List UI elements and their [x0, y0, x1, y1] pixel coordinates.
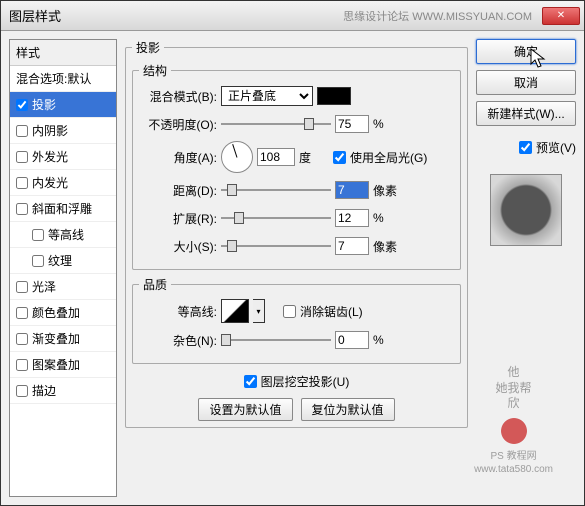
style-item-label: 图案叠加 — [32, 356, 80, 373]
size-label: 大小(S): — [139, 238, 217, 255]
style-item-label: 投影 — [32, 96, 56, 113]
styles-panel: 样式 混合选项:默认投影内阴影外发光内发光斜面和浮雕等高线纹理光泽颜色叠加渐变叠… — [9, 39, 117, 497]
styles-list-header: 样式 — [10, 40, 116, 66]
global-light-checkbox[interactable] — [333, 151, 346, 164]
style-item-checkbox[interactable] — [16, 359, 28, 371]
titlebar[interactable]: 图层样式 思缘设计论坛 WWW.MISSYUAN.COM ✕ — [1, 1, 584, 31]
styles-list: 样式 混合选项:默认投影内阴影外发光内发光斜面和浮雕等高线纹理光泽颜色叠加渐变叠… — [9, 39, 117, 497]
contour-swatch[interactable] — [221, 299, 249, 323]
style-item-label: 纹理 — [48, 252, 72, 269]
opacity-slider[interactable] — [221, 117, 331, 131]
style-item-12[interactable]: 描边 — [10, 378, 116, 404]
contour-label: 等高线: — [139, 303, 217, 320]
style-item-checkbox[interactable] — [16, 333, 28, 345]
style-item-5[interactable]: 斜面和浮雕 — [10, 196, 116, 222]
preview-label: 预览(V) — [536, 139, 576, 156]
angle-unit: 度 — [299, 149, 329, 166]
style-item-checkbox[interactable] — [16, 307, 28, 319]
close-button[interactable]: ✕ — [542, 7, 580, 25]
style-item-6[interactable]: 等高线 — [10, 222, 116, 248]
style-item-4[interactable]: 内发光 — [10, 170, 116, 196]
effect-fieldset: 投影 结构 混合模式(B): 正片叠底 不透明度(O): 75 % — [125, 39, 468, 428]
style-item-7[interactable]: 纹理 — [10, 248, 116, 274]
style-item-11[interactable]: 图案叠加 — [10, 352, 116, 378]
cancel-button[interactable]: 取消 — [476, 70, 576, 95]
distance-slider[interactable] — [221, 183, 331, 197]
style-item-label: 等高线 — [48, 226, 84, 243]
structure-fieldset: 结构 混合模式(B): 正片叠底 不透明度(O): 75 % 角度(A): — [132, 62, 461, 270]
ok-button[interactable]: 确定 — [476, 39, 576, 64]
antialias-checkbox[interactable] — [283, 305, 296, 318]
blend-mode-label: 混合模式(B): — [139, 88, 217, 105]
make-default-button[interactable]: 设置为默认值 — [198, 398, 292, 421]
distance-label: 距离(D): — [139, 182, 217, 199]
spread-value[interactable]: 12 — [335, 209, 369, 227]
style-item-2[interactable]: 内阴影 — [10, 118, 116, 144]
spread-slider[interactable] — [221, 211, 331, 225]
style-item-label: 外发光 — [32, 148, 68, 165]
effect-title: 投影 — [132, 39, 164, 56]
style-item-label: 描边 — [32, 382, 56, 399]
quality-legend: 品质 — [139, 276, 171, 293]
angle-label: 角度(A): — [139, 149, 217, 166]
size-slider[interactable] — [221, 239, 331, 253]
angle-value[interactable]: 108 — [257, 148, 295, 166]
style-item-8[interactable]: 光泽 — [10, 274, 116, 300]
titlebar-watermark: 思缘设计论坛 WWW.MISSYUAN.COM — [343, 8, 532, 24]
preview-thumbnail — [490, 174, 562, 246]
size-unit: 像素 — [373, 238, 403, 255]
style-item-checkbox[interactable] — [16, 125, 28, 137]
noise-value[interactable]: 0 — [335, 331, 369, 349]
style-item-checkbox[interactable] — [32, 229, 44, 241]
style-item-checkbox[interactable] — [16, 281, 28, 293]
knockout-label: 图层挖空投影(U) — [261, 373, 350, 390]
style-item-label: 内发光 — [32, 174, 68, 191]
preview-checkbox[interactable] — [519, 141, 532, 154]
options-panel: 投影 结构 混合模式(B): 正片叠底 不透明度(O): 75 % — [125, 39, 468, 497]
style-item-9[interactable]: 颜色叠加 — [10, 300, 116, 326]
image-watermark: 他 她我帮 欣 PS 教程网 www.tata580.com — [474, 365, 553, 476]
blend-mode-select[interactable]: 正片叠底 — [221, 86, 313, 106]
knockout-checkbox[interactable] — [244, 375, 257, 388]
style-item-3[interactable]: 外发光 — [10, 144, 116, 170]
style-item-checkbox[interactable] — [16, 177, 28, 189]
noise-unit: % — [373, 333, 403, 347]
style-item-label: 光泽 — [32, 278, 56, 295]
structure-legend: 结构 — [139, 62, 171, 79]
opacity-label: 不透明度(O): — [139, 116, 217, 133]
style-item-checkbox[interactable] — [16, 203, 28, 215]
reset-default-button[interactable]: 复位为默认值 — [301, 398, 395, 421]
style-item-1[interactable]: 投影 — [10, 92, 116, 118]
opacity-unit: % — [373, 117, 403, 131]
antialias-label: 消除锯齿(L) — [300, 303, 363, 320]
style-item-checkbox[interactable] — [16, 99, 28, 111]
style-item-checkbox[interactable] — [16, 385, 28, 397]
size-value[interactable]: 7 — [335, 237, 369, 255]
style-item-label: 混合选项:默认 — [16, 70, 91, 87]
style-item-checkbox[interactable] — [32, 255, 44, 267]
distance-unit: 像素 — [373, 182, 403, 199]
spread-label: 扩展(R): — [139, 210, 217, 227]
style-item-0[interactable]: 混合选项:默认 — [10, 66, 116, 92]
dialog-title: 图层样式 — [5, 6, 343, 25]
quality-fieldset: 品质 等高线: ▾ 消除锯齿(L) 杂色(N): 0 % — [132, 276, 461, 364]
contour-dropdown[interactable]: ▾ — [253, 299, 265, 323]
style-item-10[interactable]: 渐变叠加 — [10, 326, 116, 352]
opacity-value[interactable]: 75 — [335, 115, 369, 133]
style-item-label: 内阴影 — [32, 122, 68, 139]
noise-slider[interactable] — [221, 333, 331, 347]
spread-unit: % — [373, 211, 403, 225]
distance-value[interactable]: 7 — [335, 181, 369, 199]
style-item-label: 斜面和浮雕 — [32, 200, 92, 217]
noise-label: 杂色(N): — [139, 332, 217, 349]
angle-dial[interactable] — [221, 141, 253, 173]
style-item-label: 颜色叠加 — [32, 304, 80, 321]
shadow-color-swatch[interactable] — [317, 87, 351, 105]
style-item-checkbox[interactable] — [16, 151, 28, 163]
global-light-label: 使用全局光(G) — [350, 149, 427, 166]
style-item-label: 渐变叠加 — [32, 330, 80, 347]
new-style-button[interactable]: 新建样式(W)... — [476, 101, 576, 126]
